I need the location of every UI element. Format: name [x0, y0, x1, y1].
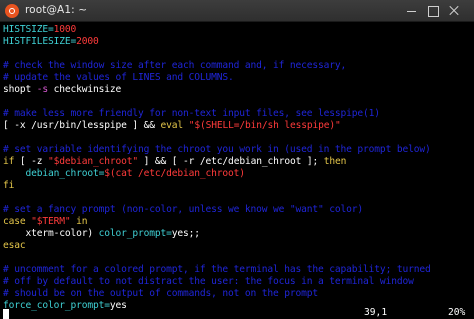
- code-token: # off by default to not distract the use…: [3, 276, 414, 287]
- code-token: yes;;: [171, 228, 200, 239]
- code-token: [ -x /usr/bin/lesspipe ] &&: [3, 120, 161, 131]
- text-cursor: [3, 309, 9, 319]
- code-token: xterm-color): [3, 228, 99, 239]
- code-token: $(cat /etc/debian_chroot): [104, 168, 245, 179]
- window-titlebar[interactable]: root@A1: ~: [0, 0, 474, 22]
- editor-line: HISTSIZE=1000: [3, 24, 76, 36]
- editor-line: # set a fancy prompt (non-color, unless …: [3, 204, 363, 216]
- cursor-position: 39,1: [364, 307, 388, 318]
- code-token: shopt: [3, 84, 37, 95]
- editor-line: fi: [3, 180, 14, 192]
- code-token: then: [323, 156, 347, 167]
- editor-line: if [ -z "$debian_chroot" ] && [ -r /etc/…: [3, 156, 346, 168]
- code-token: HISTSIZE=: [3, 24, 54, 35]
- minimize-icon[interactable]: [402, 0, 422, 22]
- editor-line: # check the window size after each comma…: [3, 60, 346, 72]
- editor-line: # should be on the output of commands, n…: [3, 288, 318, 300]
- code-token: fi: [3, 180, 15, 191]
- code-token: debian_chroot=: [25, 168, 105, 179]
- code-token: yes: [109, 300, 127, 311]
- code-token: # set variable identifying the chroot yo…: [3, 144, 431, 155]
- editor-line: HISTFILESIZE=2000: [3, 36, 99, 48]
- code-token: # make less more friendly for non-text i…: [3, 108, 380, 119]
- code-token: force_color_prompt=: [3, 300, 110, 311]
- scroll-percentage: 20%: [448, 307, 466, 318]
- code-token: "$TERM": [31, 216, 71, 227]
- code-token: -s: [36, 84, 49, 95]
- editor-line: [ -x /usr/bin/lesspipe ] && eval "$(SHEL…: [3, 120, 341, 132]
- code-token: HISTFILESIZE=: [3, 36, 77, 47]
- editor-line: esac: [3, 240, 26, 252]
- code-token: checkwinsize: [48, 84, 122, 95]
- ubuntu-terminal-icon: [5, 4, 19, 18]
- code-token: "$(SHELL=/bin/sh lesspipe)": [188, 120, 341, 131]
- code-token: # uncomment for a colored prompt, if the…: [3, 264, 431, 275]
- terminal-editor[interactable]: HISTSIZE=1000 HISTFILESIZE=2000 # check th…: [0, 22, 474, 319]
- code-token: "$debian_chroot": [48, 156, 139, 167]
- editor-line: # update the values of LINES and COLUMNS…: [3, 72, 234, 84]
- code-token: # should be on the output of commands, n…: [3, 288, 319, 299]
- code-token: ] && [ -r /etc/debian_chroot ];: [138, 156, 324, 167]
- editor-line: # set variable identifying the chroot yo…: [3, 144, 431, 156]
- editor-line: # make less more friendly for non-text i…: [3, 108, 380, 120]
- editor-line: shopt -s checkwinsize: [3, 84, 121, 96]
- code-token: if: [3, 156, 15, 167]
- code-token: esac: [3, 240, 26, 251]
- editor-line: xterm-color) color_prompt=yes;;: [3, 228, 201, 240]
- window-title: root@A1: ~: [25, 4, 88, 16]
- editor-line: debian_chroot=$(cat /etc/debian_chroot): [3, 168, 246, 180]
- editor-line: # uncomment for a colored prompt, if the…: [3, 264, 431, 276]
- code-token: case: [3, 216, 26, 227]
- code-token: color_prompt=: [98, 228, 172, 239]
- code-token: in: [70, 216, 88, 227]
- code-token: 1000: [53, 24, 77, 35]
- code-token: # set a fancy prompt (non-color, unless …: [3, 204, 364, 215]
- code-token: # update the values of LINES and COLUMNS…: [3, 72, 234, 83]
- maximize-icon[interactable]: [423, 0, 443, 22]
- code-token: eval: [160, 120, 184, 131]
- editor-line: force_color_prompt=yes: [3, 300, 127, 312]
- close-icon[interactable]: [444, 0, 464, 22]
- editor-line: case "$TERM" in: [3, 216, 88, 228]
- editor-line: # off by default to not distract the use…: [3, 276, 414, 288]
- code-token: [ -z: [14, 156, 49, 167]
- code-token: 2000: [76, 36, 99, 47]
- code-token: # check the window size after each comma…: [3, 60, 347, 71]
